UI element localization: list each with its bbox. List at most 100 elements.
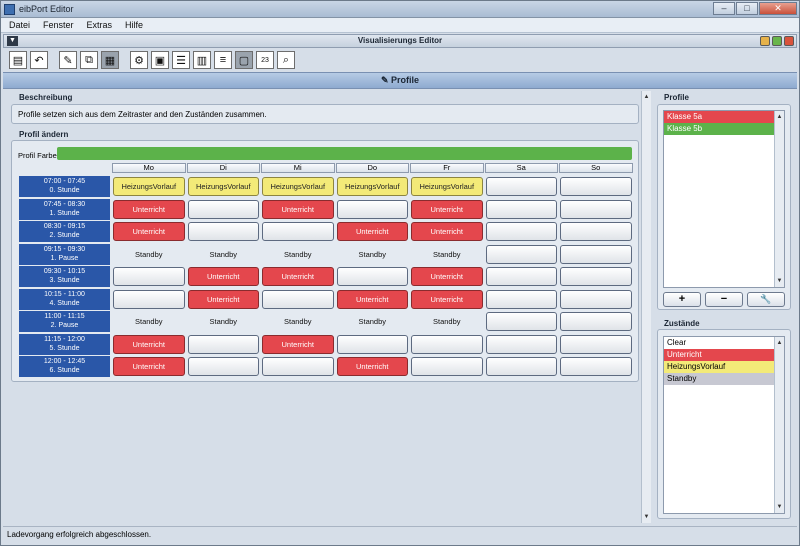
schedule-cell[interactable]: Unterricht xyxy=(113,199,185,219)
schedule-cell[interactable] xyxy=(336,267,408,286)
schedule-cell[interactable]: Unterricht xyxy=(113,222,185,241)
time-slot[interactable]: 09:15 - 09:30 1. Pause xyxy=(19,243,110,265)
schedule-cell[interactable]: Standby xyxy=(188,312,260,331)
schedule-cell[interactable] xyxy=(262,222,334,241)
schedule-cell[interactable] xyxy=(262,357,334,376)
schedule-cell[interactable] xyxy=(336,199,408,219)
profile-list-item[interactable]: Klasse 5b xyxy=(664,123,774,135)
schedule-cell[interactable] xyxy=(560,312,632,331)
schedule-cell[interactable]: Unterricht xyxy=(411,289,483,309)
save-icon[interactable]: ▤ xyxy=(9,51,27,69)
settings-icon[interactable]: ≡ xyxy=(214,51,232,69)
scroll-up-icon[interactable]: ▲ xyxy=(642,92,651,102)
schedule-cell[interactable] xyxy=(262,289,334,309)
schedule-cell[interactable] xyxy=(113,289,185,309)
schedule-cell[interactable]: Unterricht xyxy=(411,222,483,241)
schedule-cell[interactable]: Unterricht xyxy=(336,289,408,309)
maximize-button[interactable]: □ xyxy=(736,2,758,15)
schedule-cell[interactable] xyxy=(485,222,557,241)
profile-list-item[interactable]: Klasse 5a xyxy=(664,111,774,123)
schedule-cell[interactable]: Standby xyxy=(262,245,334,264)
menu-extras[interactable]: Extras xyxy=(79,18,118,32)
time-slot[interactable]: 10:15 - 11:00 4. Stunde xyxy=(19,288,110,310)
schedule-cell[interactable] xyxy=(113,267,185,286)
document-icon[interactable]: ▢ xyxy=(235,51,253,69)
schedule-cell[interactable] xyxy=(485,244,557,264)
state-list-item[interactable]: Standby xyxy=(664,373,774,385)
menu-hilfe[interactable]: Hilfe xyxy=(117,18,148,32)
state-list-item[interactable]: Clear xyxy=(664,337,774,349)
undo-icon[interactable]: ↶ xyxy=(30,51,48,69)
schedule-cell[interactable]: Unterricht xyxy=(113,334,185,354)
schedule-cell[interactable]: Unterricht xyxy=(262,267,334,286)
schedule-cell[interactable] xyxy=(187,357,259,376)
frame-maximize-button[interactable] xyxy=(772,36,782,46)
display-icon[interactable]: ▣ xyxy=(151,51,169,69)
schedule-cell[interactable] xyxy=(560,199,632,219)
time-slot[interactable]: 12:00 - 12:45 6. Stunde xyxy=(19,356,110,377)
time-slot[interactable]: 11:15 - 12:00 5. Stunde xyxy=(19,333,110,355)
state-list-item[interactable]: HeizungsVorlauf xyxy=(664,361,774,373)
wand-icon[interactable]: ✎ xyxy=(59,51,77,69)
schedule-cell[interactable] xyxy=(485,312,557,331)
schedule-cell[interactable]: Unterricht xyxy=(336,222,408,241)
schedule-cell[interactable]: HeizungsVorlauf xyxy=(411,177,483,196)
state-list-item[interactable]: Unterricht xyxy=(664,349,774,361)
frame-minimize-button[interactable] xyxy=(760,36,770,46)
schedule-cell[interactable] xyxy=(485,357,557,376)
schedule-cell[interactable]: Standby xyxy=(411,245,483,264)
edit-profile-button[interactable]: 🔧 xyxy=(747,292,785,307)
schedule-cell[interactable]: Unterricht xyxy=(262,334,334,354)
profile-color-bar[interactable] xyxy=(57,147,632,160)
schedule-cell[interactable] xyxy=(411,357,483,376)
schedule-cell[interactable]: HeizungsVorlauf xyxy=(262,177,334,196)
scroll-down-icon[interactable]: ▼ xyxy=(642,512,651,522)
scroll-down-icon[interactable]: ▼ xyxy=(775,276,784,286)
menu-datei[interactable]: Datei xyxy=(1,18,35,32)
add-profile-button[interactable]: + xyxy=(663,292,701,307)
schedule-cell[interactable] xyxy=(560,222,632,241)
schedule-cell[interactable]: Standby xyxy=(337,245,409,264)
schedule-cell[interactable]: Unterricht xyxy=(187,267,259,286)
schedule-cell[interactable] xyxy=(485,289,557,309)
states-list[interactable]: Clear Unterricht HeizungsVorlauf Standby ▲ … xyxy=(663,336,785,514)
schedule-cell[interactable]: Standby xyxy=(113,312,185,331)
schedule-cell[interactable] xyxy=(560,244,632,264)
schedule-cell[interactable]: Unterricht xyxy=(411,267,483,286)
schedule-cell[interactable]: Standby xyxy=(337,312,409,331)
time-slot[interactable]: 07:00 - 07:45 0. Stunde xyxy=(19,176,110,197)
time-slot[interactable]: 08:30 - 09:15 2. Stunde xyxy=(19,221,110,242)
schedule-cell[interactable]: Unterricht xyxy=(262,199,334,219)
minimize-button[interactable]: – xyxy=(713,2,735,15)
profiles-scrollbar[interactable]: ▲ ▼ xyxy=(774,111,784,287)
time-slot[interactable]: 09:30 - 10:15 3. Stunde xyxy=(19,266,110,287)
schedule-cell[interactable]: Unterricht xyxy=(113,357,185,376)
schedule-cell[interactable] xyxy=(336,334,408,354)
grid-icon[interactable]: ▦ xyxy=(101,51,119,69)
menu-fenster[interactable]: Fenster xyxy=(35,18,79,32)
zoom-icon[interactable]: ⌕ xyxy=(277,51,295,69)
schedule-cell[interactable]: Unterricht xyxy=(187,289,259,309)
schedule-cell[interactable] xyxy=(187,222,259,241)
schedule-cell[interactable] xyxy=(560,289,632,309)
list-icon[interactable]: ☰ xyxy=(172,51,190,69)
schedule-cell[interactable] xyxy=(485,177,557,196)
calendar-icon[interactable]: 23 xyxy=(256,51,274,69)
schedule-cell[interactable] xyxy=(560,267,632,286)
schedule-cell[interactable] xyxy=(560,334,632,354)
scroll-up-icon[interactable]: ▲ xyxy=(775,338,784,348)
time-slot[interactable]: 11:00 - 11:15 2. Pause xyxy=(19,311,110,332)
schedule-cell[interactable]: Unterricht xyxy=(411,199,483,219)
frame-close-button[interactable] xyxy=(784,36,794,46)
clock-icon[interactable]: ▥ xyxy=(193,51,211,69)
schedule-cell[interactable] xyxy=(560,357,632,376)
remove-profile-button[interactable]: − xyxy=(705,292,743,307)
schedule-cell[interactable] xyxy=(485,334,557,354)
schedule-cell[interactable]: Standby xyxy=(262,312,334,331)
schedule-cell[interactable]: HeizungsVorlauf xyxy=(187,177,259,196)
schedule-cell[interactable] xyxy=(560,177,632,196)
schedule-cell[interactable] xyxy=(187,199,259,219)
schedule-cell[interactable]: HeizungsVorlauf xyxy=(113,177,185,196)
profiles-list[interactable]: Klasse 5a Klasse 5b ▲ ▼ xyxy=(663,110,785,288)
schedule-cell[interactable]: Standby xyxy=(188,245,260,264)
